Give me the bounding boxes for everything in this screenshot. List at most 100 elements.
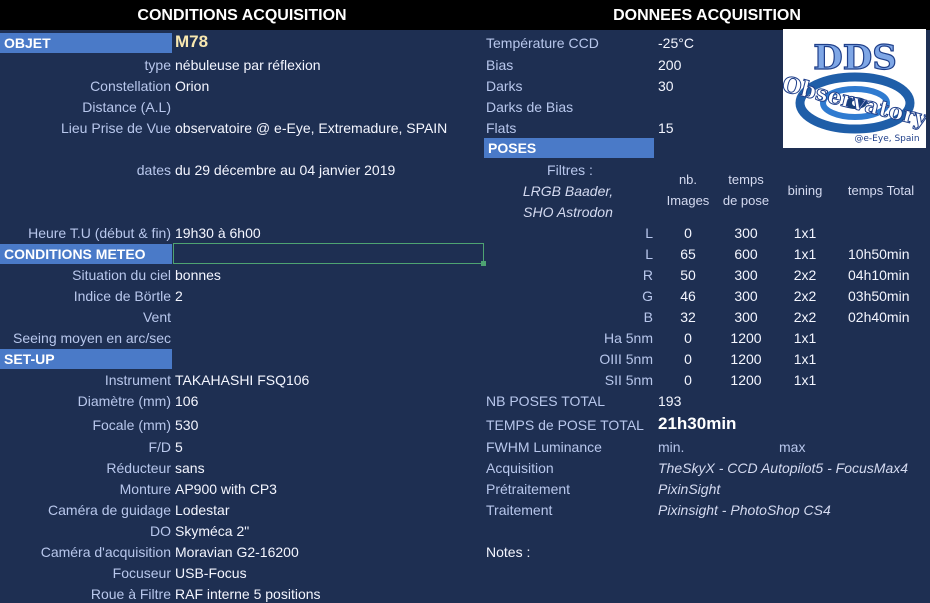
total-time-value[interactable]: 21h30min [658, 414, 736, 434]
right-value-temperature[interactable]: -25°C [658, 33, 694, 53]
right-value-flats[interactable]: 15 [658, 118, 674, 138]
section-objet: OBJET [0, 33, 172, 53]
setup-label-monture: Monture [119, 481, 171, 497]
setup-value-reducteur[interactable]: sans [175, 458, 205, 478]
setup-label-roue: Roue à Filtre [90, 586, 171, 602]
logo-tagline: @e-Eye, Spain [854, 134, 919, 144]
pose-temps[interactable]: 300 [713, 265, 779, 285]
setup-label-instrument: Instrument [104, 372, 171, 388]
pose-bining[interactable]: 1x1 [778, 349, 832, 369]
fill-handle[interactable] [481, 261, 486, 266]
col-header-pose-2: de pose [722, 193, 770, 208]
setup-label-reducteur: Réducteur [106, 460, 171, 476]
pose-nb-images[interactable]: 46 [660, 286, 716, 306]
meteo-value-bortle[interactable]: 2 [175, 286, 183, 306]
setup-label-do: DO [150, 523, 171, 539]
acquisition-sheet: CONDITIONS ACQUISITION DONNEES ACQUISITI… [0, 0, 930, 603]
right-label-bias: Bias [486, 57, 514, 73]
pose-bining[interactable]: 1x1 [778, 223, 832, 243]
pose-filter: L [645, 246, 653, 262]
pose-temps[interactable]: 300 [713, 223, 779, 243]
pose-total[interactable]: 03h50min [848, 286, 910, 306]
pose-filter: L [645, 225, 653, 241]
col-header-images-1: nb. [678, 172, 698, 187]
software-value-acquisition[interactable]: TheSkyX - CCD Autopilot5 - FocusMax4 [658, 458, 908, 478]
setup-label-diametre: Diamètre (mm) [77, 393, 171, 409]
section-setup: SET-UP [0, 349, 172, 369]
pose-temps[interactable]: 1200 [713, 370, 779, 390]
setup-value-focuseur[interactable]: USB-Focus [175, 563, 247, 583]
section-meteo: CONDITIONS METEO [0, 244, 172, 264]
col-header-images-2: Images [666, 193, 710, 208]
pose-nb-images[interactable]: 0 [660, 223, 716, 243]
pose-bining[interactable]: 1x1 [778, 244, 832, 264]
selected-cell[interactable] [173, 243, 484, 264]
filters-line2: SHO Astrodon [523, 204, 613, 220]
field-value-dates[interactable]: du 29 décembre au 04 janvier 2019 [175, 160, 395, 180]
meteo-value-ciel[interactable]: bonnes [175, 265, 221, 285]
field-label-lieu: Lieu Prise de Vue [61, 120, 171, 136]
pose-temps[interactable]: 600 [713, 244, 779, 264]
setup-label-guidage: Caméra de guidage [48, 502, 171, 518]
pose-nb-images[interactable]: 0 [660, 370, 716, 390]
pose-total[interactable]: 10h50min [848, 244, 910, 264]
field-value-constellation[interactable]: Orion [175, 76, 209, 96]
pose-temps[interactable]: 1200 [713, 349, 779, 369]
meteo-label-vent: Vent [142, 309, 171, 325]
pose-temps[interactable]: 1200 [713, 328, 779, 348]
setup-label-camera: Caméra d'acquisition [40, 544, 171, 560]
setup-value-guidage[interactable]: Lodestar [175, 500, 229, 520]
pose-bining[interactable]: 2x2 [778, 307, 832, 327]
right-value-darks[interactable]: 30 [658, 76, 674, 96]
setup-value-instrument[interactable]: TAKAHASHI FSQ106 [175, 370, 309, 390]
software-value-pretraitement[interactable]: PixinSight [658, 479, 720, 499]
setup-value-diametre[interactable]: 106 [175, 391, 198, 411]
setup-label-fd: F/D [148, 439, 171, 455]
header-donnees-acquisition: DONNEES ACQUISITION [484, 0, 930, 30]
field-value-lieu[interactable]: observatoire @ e-Eye, Extremadure, SPAIN [175, 118, 447, 138]
setup-value-focale[interactable]: 530 [175, 415, 198, 435]
pose-bining[interactable]: 2x2 [778, 286, 832, 306]
pose-filter: SII 5nm [604, 372, 653, 388]
pose-nb-images[interactable]: 0 [660, 328, 716, 348]
pose-bining[interactable]: 2x2 [778, 265, 832, 285]
meteo-label-ciel: Situation du ciel [72, 267, 171, 283]
pose-bining[interactable]: 1x1 [778, 328, 832, 348]
right-label-temperature: Température CCD [486, 35, 599, 51]
pose-nb-images[interactable]: 50 [660, 265, 716, 285]
right-label-darks: Darks [486, 78, 523, 94]
header-conditions-acquisition: CONDITIONS ACQUISITION [0, 0, 484, 30]
dds-observatory-logo: DDS Observatory @e-Eye, Spain [783, 29, 926, 148]
total-time-label: TEMPS de POSE TOTAL [486, 417, 644, 433]
pose-temps[interactable]: 300 [713, 307, 779, 327]
field-label-dates: dates [136, 162, 171, 178]
pose-nb-images[interactable]: 0 [660, 349, 716, 369]
right-value-bias[interactable]: 200 [658, 55, 681, 75]
pose-temps[interactable]: 300 [713, 286, 779, 306]
pose-nb-images[interactable]: 65 [660, 244, 716, 264]
col-header-total: temps Total [847, 183, 915, 198]
setup-value-roue[interactable]: RAF interne 5 positions [175, 584, 321, 603]
software-value-traitement[interactable]: Pixinsight - PhotoShop CS4 [658, 500, 831, 520]
setup-value-camera[interactable]: Moravian G2-16200 [175, 542, 299, 562]
field-value-heure[interactable]: 19h30 à 6h00 [175, 223, 261, 243]
setup-value-do[interactable]: Skyméca 2" [175, 521, 249, 541]
pose-total[interactable]: 04h10min [848, 265, 910, 285]
pose-nb-images[interactable]: 32 [660, 307, 716, 327]
field-value-type[interactable]: nébuleuse par réflexion [175, 55, 321, 75]
total-poses-value[interactable]: 193 [658, 391, 681, 411]
filters-title: Filtres : [547, 162, 593, 178]
setup-value-monture[interactable]: AP900 with CP3 [175, 479, 277, 499]
logo-title: DDS [813, 38, 897, 78]
setup-value-fd[interactable]: 5 [175, 437, 183, 457]
total-poses-label: NB POSES TOTAL [486, 393, 606, 409]
meteo-label-bortle: Indice de Börtle [73, 288, 171, 304]
pose-total[interactable]: 02h40min [848, 307, 910, 327]
object-name[interactable]: M78 [175, 32, 208, 52]
pose-filter: R [642, 267, 653, 283]
pose-bining[interactable]: 1x1 [778, 370, 832, 390]
right-label-flats: Flats [486, 120, 517, 136]
field-label-distance: Distance (A.L) [82, 99, 171, 115]
meteo-label-seeing: Seeing moyen en arc/sec [13, 330, 171, 346]
software-label-acquisition: Acquisition [486, 460, 554, 476]
